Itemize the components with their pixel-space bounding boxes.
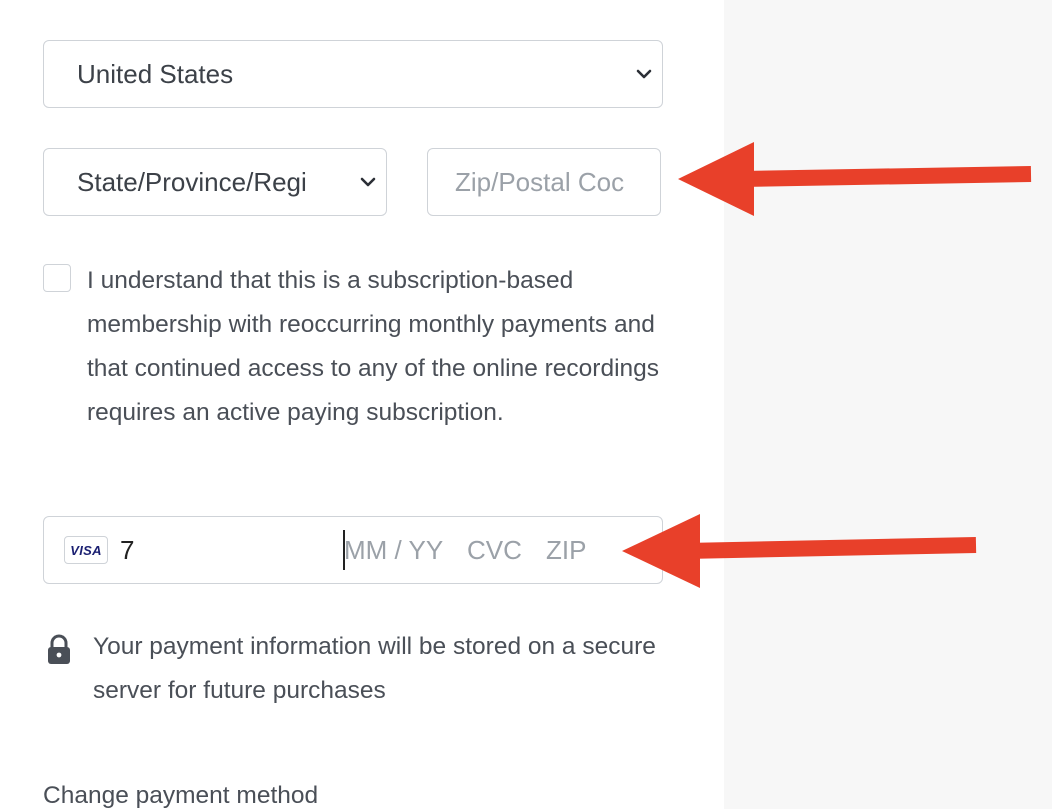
lock-icon [46,634,72,666]
change-payment-method-link[interactable]: Change payment method [43,782,318,809]
state-select-value: State/Province/Regi [77,166,307,197]
secure-storage-note: Your payment information will be stored … [93,633,656,704]
subscription-consent-checkbox[interactable] [43,264,71,292]
order-summary-panel [724,0,1052,809]
chevron-down-icon [634,64,654,84]
country-select[interactable]: United States [43,40,663,108]
annotation-arrow-card [622,514,977,588]
card-input[interactable]: VISA 7 MM / YY CVC ZIP [43,516,663,584]
card-zip-input[interactable]: ZIP [546,517,586,583]
billing-form-panel: United States State/Province/Regi Zip/Po… [0,0,724,809]
zip-postal-input[interactable]: Zip/Postal Coc [427,148,661,216]
zip-postal-placeholder: Zip/Postal Coc [455,166,625,197]
annotation-arrow-zip [678,142,1032,216]
card-cvc-input[interactable]: CVC [467,517,522,583]
card-number-input[interactable]: 7 [120,535,150,566]
subscription-consent-label: I understand that this is a subscription… [87,267,660,426]
state-select[interactable]: State/Province/Regi [43,148,387,216]
country-select-value: United States [77,58,234,89]
card-expiry-input[interactable]: MM / YY [344,517,443,583]
visa-icon: VISA [64,536,108,564]
checkout-page: United States State/Province/Regi Zip/Po… [0,0,1052,809]
chevron-down-icon [358,172,378,192]
